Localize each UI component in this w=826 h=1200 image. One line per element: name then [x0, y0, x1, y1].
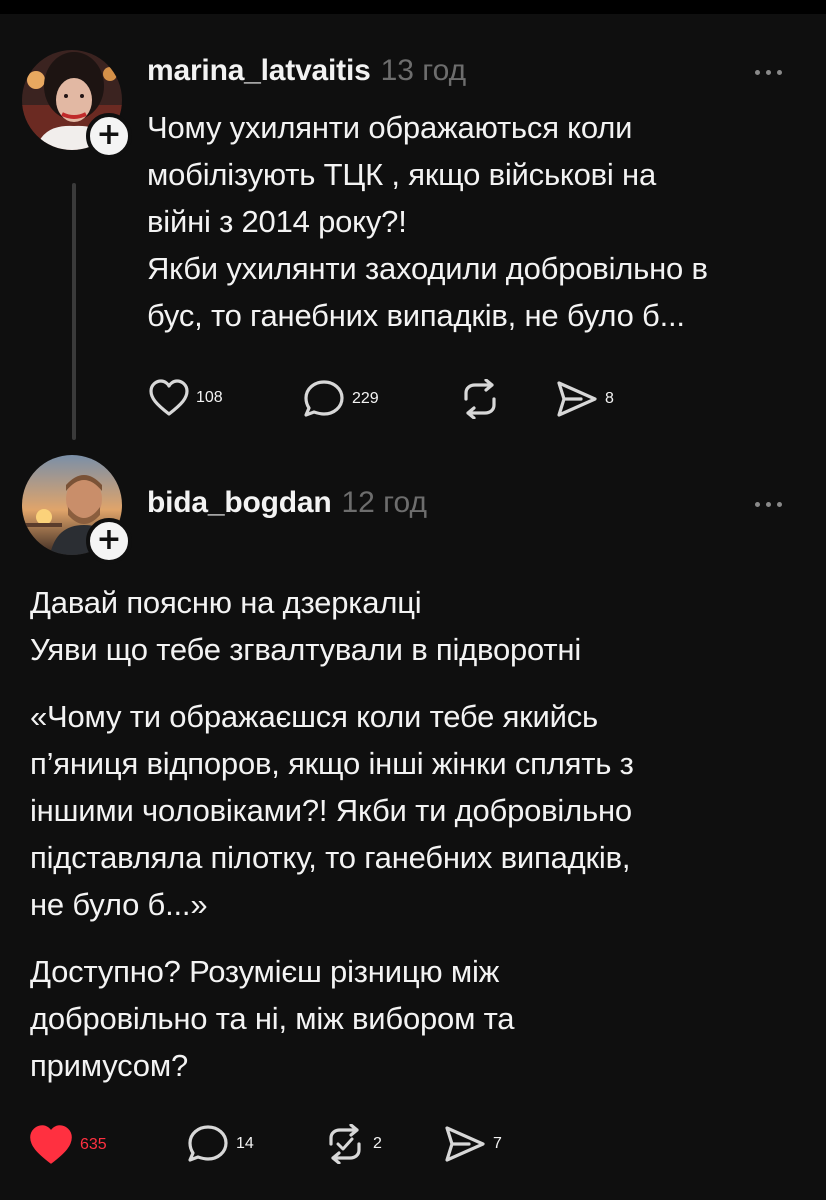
- heart-icon: [149, 379, 189, 416]
- comment-button[interactable]: 14: [186, 1124, 254, 1164]
- post-text-line: Уяви що тебе згвалтували в підворотні: [30, 632, 582, 667]
- thread-connector-line: [72, 183, 76, 440]
- status-bar: [0, 0, 826, 14]
- post-text-line: «Чому ти ображаєшся коли тебе якийсь: [30, 699, 599, 734]
- like-button[interactable]: 635: [28, 1124, 107, 1166]
- follow-button-marina[interactable]: +: [86, 113, 132, 159]
- more-dots-icon[interactable]: [755, 502, 782, 507]
- username[interactable]: bida_bogdan: [147, 486, 332, 520]
- plus-icon: +: [96, 116, 122, 152]
- post-text-line: війні з 2014 року?!: [147, 204, 407, 239]
- share-button[interactable]: 7: [443, 1124, 502, 1164]
- comment-count: 229: [352, 390, 379, 407]
- comment-count: 14: [236, 1135, 254, 1152]
- comment-bubble-icon: [188, 1125, 228, 1162]
- heart-icon: [30, 1125, 72, 1164]
- repost-icon: [329, 1124, 361, 1164]
- post-header: marina_latvaitis 13 год: [147, 54, 466, 88]
- post-time: 13 год: [380, 54, 467, 87]
- post-text-line: підставляла пілотку, то ганебних випадкі…: [30, 840, 631, 875]
- username[interactable]: marina_latvaitis: [147, 54, 371, 88]
- more-dots-icon[interactable]: [755, 70, 782, 75]
- post-text-line: Давай поясню на дзеркалці: [30, 585, 422, 620]
- post-text-line: примусом?: [30, 1048, 188, 1083]
- post-text-line: мобілізують ТЦК , якщо військові на: [147, 157, 656, 192]
- post-text-line: Доступно? Розумієш різницю між: [30, 954, 500, 989]
- like-count: 108: [196, 389, 223, 406]
- repost-icon: [464, 379, 496, 419]
- post-body: Чому ухилянти ображаються коли мобілізую…: [147, 104, 708, 339]
- like-count: 635: [80, 1136, 107, 1153]
- post-text-line: п’яниця відпоров, якщо інші жінки сплять…: [30, 746, 634, 781]
- post-text-line: Чому ухилянти ображаються коли: [147, 110, 633, 145]
- post-text-line: не було б...»: [30, 887, 208, 922]
- comment-bubble-icon: [304, 380, 344, 417]
- post-text-line: добровільно та ні, між вибором та: [30, 1001, 515, 1036]
- post-body: Давай поясню на дзеркалці Уяви що тебе з…: [30, 579, 634, 1089]
- post-text-line: бус, то ганебних випадків, не було б...: [147, 298, 685, 333]
- repost-count: 2: [373, 1135, 382, 1152]
- share-count: 7: [493, 1135, 502, 1152]
- post-text-line: Якби ухилянти заходили добровільно в: [147, 251, 708, 286]
- repost-button[interactable]: [458, 379, 502, 419]
- share-send-icon: [557, 381, 597, 417]
- follow-button-bogdan[interactable]: +: [86, 518, 132, 564]
- share-button[interactable]: 8: [555, 379, 614, 419]
- repost-button[interactable]: 2: [323, 1124, 382, 1164]
- share-count: 8: [605, 390, 614, 407]
- comment-button[interactable]: 229: [302, 379, 379, 419]
- post-header: bida_bogdan 12 год: [147, 486, 427, 520]
- like-button[interactable]: 108: [148, 379, 223, 417]
- post-time: 12 год: [341, 486, 427, 519]
- share-send-icon: [445, 1126, 485, 1162]
- post-text-line: іншими чоловіками?! Якби ти добровільно: [30, 793, 632, 828]
- plus-icon: +: [96, 521, 122, 557]
